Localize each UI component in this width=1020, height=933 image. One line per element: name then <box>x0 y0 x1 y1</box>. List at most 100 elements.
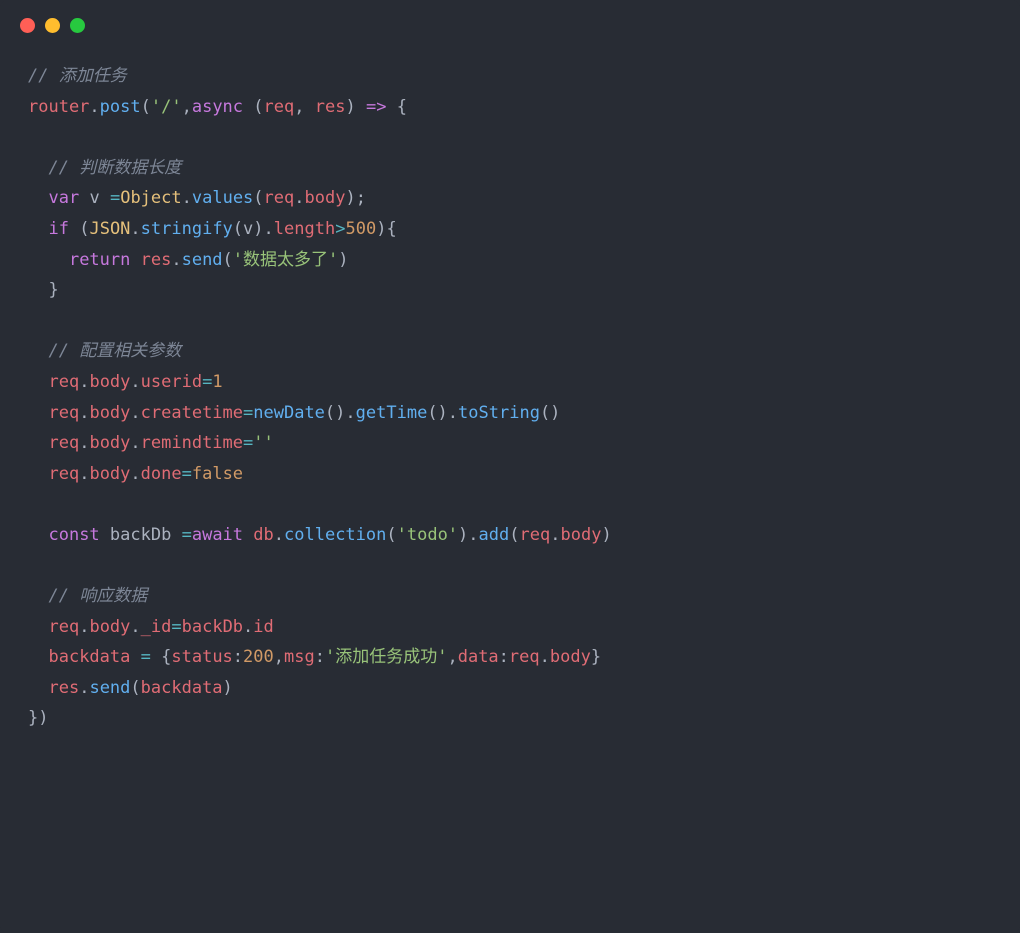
token: () <box>540 403 560 423</box>
token: req <box>264 97 295 117</box>
token: () <box>325 403 345 423</box>
token: res <box>315 97 346 117</box>
token: 'todo' <box>397 525 458 545</box>
token: ( <box>509 525 519 545</box>
comment-response-data: // 响应数据 <box>48 586 147 606</box>
token: = <box>182 464 192 484</box>
token: . <box>130 464 140 484</box>
token: backDb <box>182 617 243 637</box>
token: return <box>69 250 130 270</box>
token: { <box>386 219 396 239</box>
token: collection <box>284 525 386 545</box>
token: post <box>100 97 141 117</box>
token: var <box>48 188 79 208</box>
token: } <box>591 647 601 667</box>
comment-check-length: // 判断数据长度 <box>48 158 181 178</box>
token: send <box>182 250 223 270</box>
token: ) <box>223 678 233 698</box>
token: '' <box>253 433 273 453</box>
token: ) <box>601 525 611 545</box>
token: req <box>48 403 79 423</box>
maximize-icon[interactable] <box>70 18 85 33</box>
token: : <box>499 647 509 667</box>
token: . <box>264 219 274 239</box>
token: toString <box>458 403 540 423</box>
token: ) <box>38 708 48 728</box>
token: { <box>397 97 407 117</box>
token: ( <box>253 188 263 208</box>
token: . <box>130 433 140 453</box>
token: ( <box>386 525 396 545</box>
token: ) <box>458 525 468 545</box>
token: ) <box>338 250 348 270</box>
token: status <box>171 647 232 667</box>
token: getTime <box>356 403 428 423</box>
token: ) <box>345 97 355 117</box>
token: req <box>48 617 79 637</box>
token: body <box>89 433 130 453</box>
token: req <box>48 464 79 484</box>
token: { <box>161 647 171 667</box>
token: req <box>48 433 79 453</box>
token: add <box>479 525 510 545</box>
token: . <box>130 403 140 423</box>
token: , <box>182 97 192 117</box>
token: v <box>89 188 99 208</box>
token: 200 <box>243 647 274 667</box>
comment-config-params: // 配置相关参数 <box>48 341 181 361</box>
minimize-icon[interactable] <box>45 18 60 33</box>
token: db <box>253 525 273 545</box>
token: Object <box>120 188 181 208</box>
token: body <box>550 647 591 667</box>
token: } <box>28 708 38 728</box>
code-window: // 添加任务 router.post('/',async (req, res)… <box>0 0 1020 933</box>
token: , <box>447 647 457 667</box>
token: newDate <box>253 403 325 423</box>
token: router <box>28 97 89 117</box>
token: . <box>130 617 140 637</box>
token: . <box>89 97 99 117</box>
token: body <box>305 188 346 208</box>
token: ( <box>223 250 233 270</box>
token: = <box>141 647 151 667</box>
token: . <box>274 525 284 545</box>
token: . <box>243 617 253 637</box>
token: async <box>192 97 243 117</box>
close-icon[interactable] <box>20 18 35 33</box>
token: msg <box>284 647 315 667</box>
token: createtime <box>141 403 243 423</box>
token: '数据太多了' <box>233 250 338 270</box>
token: ( <box>233 219 243 239</box>
token: '/' <box>151 97 182 117</box>
token: : <box>315 647 325 667</box>
token: = <box>171 617 181 637</box>
token: . <box>79 678 89 698</box>
token: body <box>560 525 601 545</box>
token: userid <box>141 372 202 392</box>
token: req <box>264 188 295 208</box>
token: _id <box>141 617 172 637</box>
token: id <box>253 617 273 637</box>
token: stringify <box>141 219 233 239</box>
token: . <box>79 433 89 453</box>
token: : <box>233 647 243 667</box>
token: body <box>89 617 130 637</box>
token: . <box>79 403 89 423</box>
token: = <box>243 403 253 423</box>
token: remindtime <box>141 433 243 453</box>
token: body <box>89 372 130 392</box>
token: } <box>48 280 58 300</box>
token: . <box>130 372 140 392</box>
token: ( <box>141 97 151 117</box>
token: false <box>192 464 243 484</box>
token: body <box>89 464 130 484</box>
token: backDb <box>110 525 171 545</box>
token: values <box>192 188 253 208</box>
token: 1 <box>212 372 222 392</box>
token: req <box>509 647 540 667</box>
token: data <box>458 647 499 667</box>
token: 500 <box>345 219 376 239</box>
token: . <box>550 525 560 545</box>
token: JSON <box>89 219 130 239</box>
token: => <box>366 97 386 117</box>
